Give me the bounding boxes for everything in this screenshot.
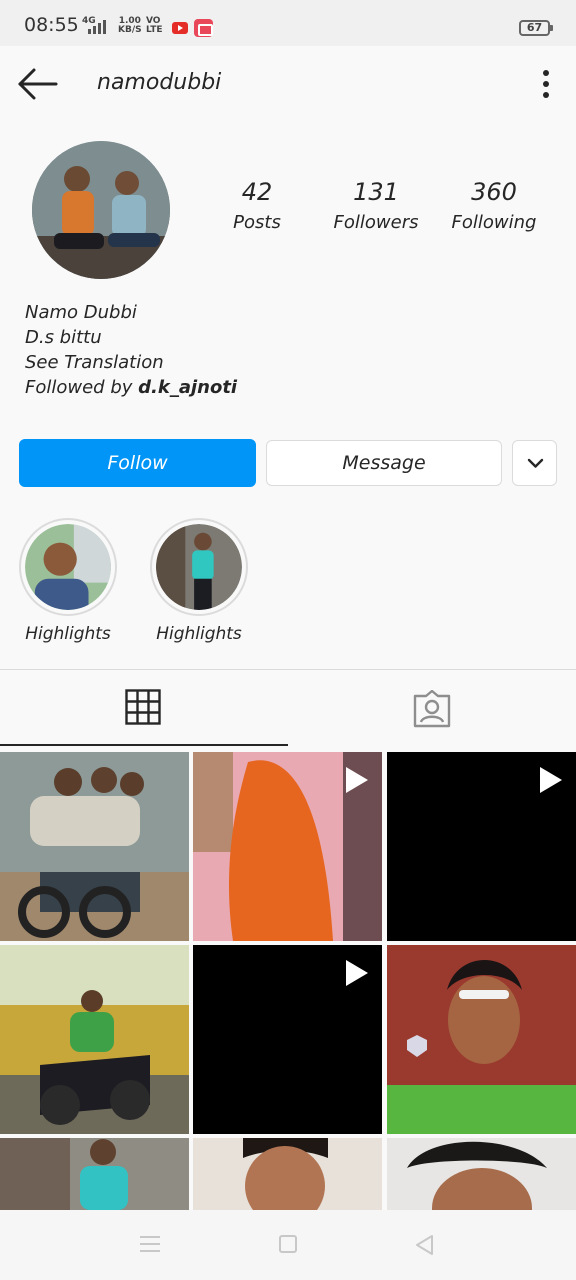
post-thumbnail[interactable]: [387, 1138, 576, 1210]
profile-header: namodubbi: [0, 46, 576, 122]
followed-by-user[interactable]: d.k_ajnoti: [138, 377, 237, 398]
post-thumbnail[interactable]: [193, 752, 382, 941]
signal-icon: [88, 19, 106, 34]
highlight-ring: [19, 518, 117, 616]
status-bar: 08:55 4G 1.00 KB/S VO LTE 67: [0, 0, 576, 46]
bio-line: D.s bittu: [25, 327, 102, 348]
youtube-notification-icon: [172, 22, 188, 34]
menu-icon[interactable]: [138, 1234, 162, 1254]
suggested-accounts-button[interactable]: [512, 440, 557, 486]
followers-count[interactable]: 131 Followers: [316, 178, 436, 233]
home-icon[interactable]: [278, 1234, 298, 1254]
post-thumbnail[interactable]: [0, 752, 189, 941]
highlight-label: Highlights: [25, 624, 111, 644]
highlight-cover-image: [25, 524, 111, 610]
post-thumbnail[interactable]: [387, 752, 576, 941]
message-button[interactable]: Message: [266, 440, 502, 486]
follow-button[interactable]: Follow: [19, 439, 256, 487]
network-speed: 1.00 KB/S: [118, 17, 142, 35]
active-tab-indicator: [0, 744, 288, 746]
speed-unit: KB/S: [118, 25, 142, 35]
battery-level: 67: [526, 21, 543, 34]
followed-by-prefix: Followed by: [25, 377, 139, 398]
volte-indicator: VO LTE: [146, 17, 163, 35]
posts-count[interactable]: 42 Posts: [197, 178, 317, 233]
followed-by[interactable]: Followed by d.k_ajnoti: [25, 375, 237, 400]
status-time: 08:55: [24, 14, 79, 36]
system-navigation-bar: [0, 1210, 576, 1280]
bio-name: Namo Dubbi: [25, 302, 137, 323]
posts-value: 42: [241, 178, 273, 206]
post-thumbnail[interactable]: [193, 945, 382, 1134]
tagged-icon: [413, 690, 451, 728]
followers-value: 131: [353, 178, 399, 206]
battery-icon: 67: [519, 20, 553, 36]
tab-posts-grid[interactable]: [0, 670, 288, 746]
story-highlight[interactable]: Highlights: [18, 518, 118, 644]
back-arrow-icon[interactable]: [16, 66, 60, 102]
highlight-label: Highlights: [156, 624, 242, 644]
followers-label: Followers: [333, 212, 419, 233]
profile-bio: Namo Dubbi D.s bittu See Translation Fol…: [25, 300, 237, 400]
back-nav-icon[interactable]: [414, 1234, 436, 1256]
post-thumbnail[interactable]: [387, 945, 576, 1134]
following-value: 360: [471, 178, 517, 206]
screen-record-icon: [194, 19, 213, 37]
post-thumbnail[interactable]: [0, 1138, 189, 1210]
post-thumbnail[interactable]: [0, 945, 189, 1134]
video-play-icon: [346, 767, 368, 793]
chevron-down-icon: [527, 458, 544, 468]
profile-avatar[interactable]: [32, 141, 170, 279]
see-translation-link[interactable]: See Translation: [25, 350, 237, 375]
video-play-icon: [540, 767, 562, 793]
story-highlight[interactable]: Highlights: [149, 518, 249, 644]
highlight-ring: [150, 518, 248, 616]
more-options-icon[interactable]: [534, 68, 558, 100]
following-count[interactable]: 360 Following: [434, 178, 554, 233]
video-play-icon: [346, 960, 368, 986]
profile-username: namodubbi: [97, 70, 222, 95]
post-thumbnail[interactable]: [193, 1138, 382, 1210]
following-label: Following: [451, 212, 537, 233]
highlight-cover-image: [156, 524, 242, 610]
tab-tagged[interactable]: [288, 670, 576, 746]
volte-bottom: LTE: [146, 25, 163, 35]
posts-label: Posts: [233, 212, 281, 233]
grid-icon: [125, 689, 161, 725]
